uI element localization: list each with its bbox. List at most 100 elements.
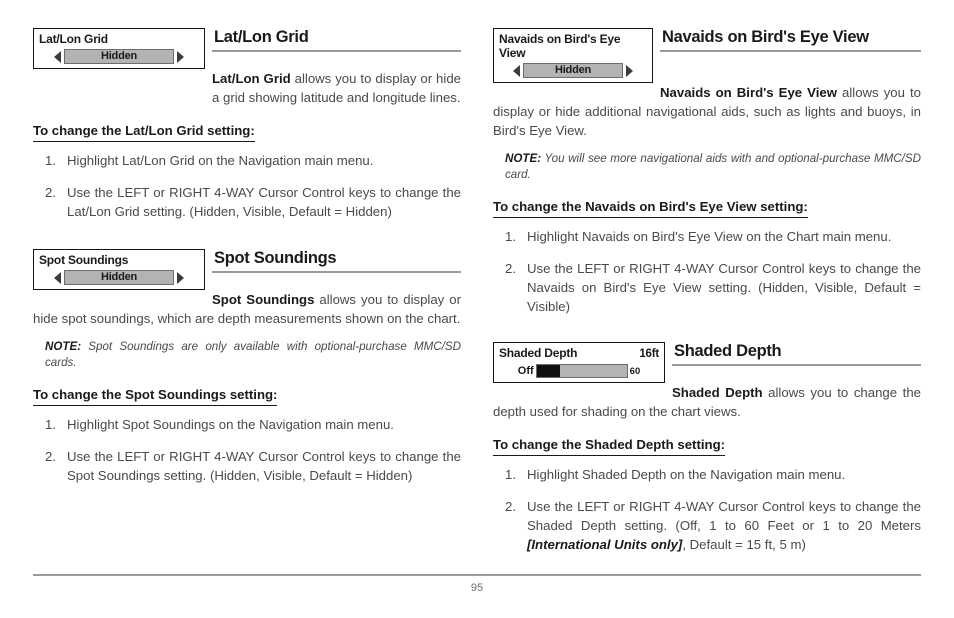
step-item: 2. Use the LEFT or RIGHT 4-WAY Cursor Co… [493,497,921,554]
heading-block-navaids: Navaids on Bird's Eye View [660,28,921,52]
slider-track[interactable] [535,364,628,378]
lead-paragraph-lat-lon-grid: Lat/Lon Grid allows you to display or hi… [33,69,461,107]
widget-selector-spot-soundings[interactable]: Hidden [34,270,204,286]
sub-heading-spot-soundings: To change the Spot Soundings setting: [33,386,278,406]
step-item: 2. Use the LEFT or RIGHT 4-WAY Cursor Co… [33,447,461,485]
heading-rule [212,271,461,273]
step-item: 2. Use the LEFT or RIGHT 4-WAY Cursor Co… [493,259,921,316]
step-number: 1. [505,467,516,482]
sub-heading-lat-lon-grid: To change the Lat/Lon Grid setting: [33,122,255,142]
right-arrow-icon[interactable] [177,50,184,63]
step-text: Use the LEFT or RIGHT 4-WAY Cursor Contr… [67,449,461,483]
device-widget-shaded-depth[interactable]: Shaded Depth 16ft Off 60 [493,342,665,383]
widget-slider-shaded-depth[interactable]: Off 60 [494,364,664,379]
left-column: Lat/Lon Grid Hidden Lat/Lon Grid Lat/Lon… [33,28,461,485]
step-number: 1. [505,229,516,244]
widget-current-value-shaded-depth: 16ft [639,348,659,360]
section-heading-shaded-depth: Shaded Depth [674,342,782,360]
lead-paragraph-navaids: Navaids on Bird's Eye View allows you to… [493,83,921,140]
step-number: 2. [45,449,56,464]
lead-paragraph-shaded-depth: Shaded Depth allows you to change the de… [493,383,921,421]
lead-keyword: Navaids on Bird's Eye View [660,85,837,100]
heading-rule [672,364,921,366]
widget-value-lat-lon-grid: Hidden [64,49,174,64]
page-number: 95 [470,582,484,594]
widget-title-label: Shaded Depth [499,346,578,360]
note-text: You will see more navigational aids with… [505,152,921,181]
widget-selector-lat-lon-grid[interactable]: Hidden [34,49,204,65]
section-lat-lon-grid: Lat/Lon Grid Hidden Lat/Lon Grid Lat/Lon… [33,28,461,221]
widget-title-lat-lon-grid: Lat/Lon Grid [34,31,204,46]
step-item: 1. Highlight Spot Soundings on the Navig… [33,415,461,434]
step-item: 1. Highlight Shaded Depth on the Navigat… [493,465,921,484]
section-spot-soundings: Spot Soundings Hidden Spot Soundings Spo… [33,249,461,485]
heading-rule [660,50,921,52]
step-text-after: , Default = 15 ft, 5 m) [682,537,806,552]
slider-min-label: Off [517,364,534,377]
steps-list-shaded-depth: 1. Highlight Shaded Depth on the Navigat… [493,465,921,554]
right-column: Navaids on Bird's Eye View Hidden Navaid… [493,28,921,554]
lead-keyword: Shaded Depth [672,385,763,400]
section-heading-lat-lon-grid: Lat/Lon Grid [214,28,309,46]
slider-max-label: 60 [629,365,641,377]
step-text: Highlight Spot Soundings on the Navigati… [67,417,394,432]
device-widget-navaids[interactable]: Navaids on Bird's Eye View Hidden [493,28,653,83]
step-text: Use the LEFT or RIGHT 4-WAY Cursor Contr… [67,185,461,219]
widget-title-label: Spot Soundings [39,253,129,267]
section-navaids-birds-eye-view: Navaids on Bird's Eye View Hidden Navaid… [493,28,921,316]
widget-heading-row-shaded-depth: Shaded Depth 16ft Off 60 Shaded Depth [493,342,921,383]
manual-page: Lat/Lon Grid Hidden Lat/Lon Grid Lat/Lon… [0,0,954,618]
footer-rule [33,574,921,576]
note-navaids: NOTE: You will see more navigational aid… [493,151,921,183]
device-widget-lat-lon-grid[interactable]: Lat/Lon Grid Hidden [33,28,205,69]
left-arrow-icon[interactable] [513,64,520,77]
step-item: 1. Highlight Lat/Lon Grid on the Navigat… [33,151,461,170]
step-number: 1. [45,417,56,432]
left-arrow-icon[interactable] [54,50,61,63]
section-heading-navaids: Navaids on Bird's Eye View [662,28,869,46]
widget-value-navaids: Hidden [523,63,623,78]
widget-title-spot-soundings: Spot Soundings [34,252,204,267]
widget-heading-row-lat-lon-grid: Lat/Lon Grid Hidden Lat/Lon Grid [33,28,461,69]
sub-heading-shaded-depth: To change the Shaded Depth setting: [493,436,726,456]
step-item: 2. Use the LEFT or RIGHT 4-WAY Cursor Co… [33,183,461,221]
widget-selector-navaids[interactable]: Hidden [494,63,652,79]
slider-fill [536,365,561,377]
step-text: Use the LEFT or RIGHT 4-WAY Cursor Contr… [527,261,921,314]
step-text-emphasis: [International Units only] [527,537,683,552]
device-widget-spot-soundings[interactable]: Spot Soundings Hidden [33,249,205,290]
step-number: 2. [505,499,516,514]
step-item: 1. Highlight Navaids on Bird's Eye View … [493,227,921,246]
heading-block-lat-lon-grid: Lat/Lon Grid [212,28,461,52]
step-number: 1. [45,153,56,168]
note-text: Spot Soundings are only available with o… [45,340,461,369]
widget-title-shaded-depth: Shaded Depth 16ft [494,345,664,361]
lead-keyword: Spot Soundings [212,292,315,307]
step-text: Highlight Lat/Lon Grid on the Navigation… [67,153,374,168]
right-arrow-icon[interactable] [626,64,633,77]
step-number: 2. [45,185,56,200]
step-text: Highlight Navaids on Bird's Eye View on … [527,229,892,244]
section-shaded-depth: Shaded Depth 16ft Off 60 Shaded Depth Sh… [493,342,921,554]
heading-block-shaded-depth: Shaded Depth [672,342,921,366]
lead-keyword: Lat/Lon Grid [212,71,291,86]
right-arrow-icon[interactable] [177,271,184,284]
steps-list-navaids: 1. Highlight Navaids on Bird's Eye View … [493,227,921,316]
widget-title-label: Navaids on Bird's Eye View [499,32,621,60]
step-number: 2. [505,261,516,276]
widget-title-label: Lat/Lon Grid [39,32,108,46]
note-keyword: NOTE: [505,152,542,165]
step-text: Highlight Shaded Depth on the Navigation… [527,467,846,482]
sub-heading-navaids: To change the Navaids on Bird's Eye View… [493,198,808,218]
left-arrow-icon[interactable] [54,271,61,284]
steps-list-spot-soundings: 1. Highlight Spot Soundings on the Navig… [33,415,461,485]
heading-rule [212,50,461,52]
widget-value-spot-soundings: Hidden [64,270,174,285]
widget-title-navaids: Navaids on Bird's Eye View [494,31,652,60]
heading-block-spot-soundings: Spot Soundings [212,249,461,273]
note-spot-soundings: NOTE: Spot Soundings are only available … [33,339,461,371]
widget-heading-row-navaids: Navaids on Bird's Eye View Hidden Navaid… [493,28,921,83]
steps-list-lat-lon-grid: 1. Highlight Lat/Lon Grid on the Navigat… [33,151,461,221]
note-keyword: NOTE: [45,340,82,353]
lead-paragraph-spot-soundings: Spot Soundings allows you to display or … [33,290,461,328]
